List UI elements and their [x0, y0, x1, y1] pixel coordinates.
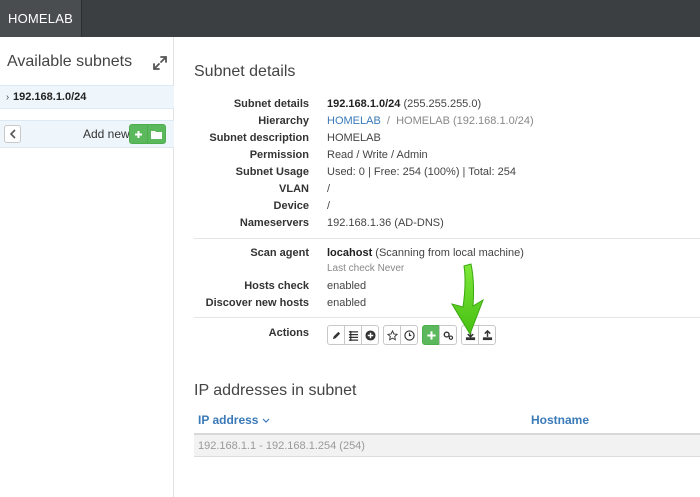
label-description: Subnet description: [209, 131, 309, 144]
hierarchy-link-homelab[interactable]: HOMELAB: [327, 115, 381, 127]
sidebar-subnet-label: 192.168.1.0/24: [13, 91, 87, 103]
plus-circle-icon: [364, 329, 376, 341]
changelog-button[interactable]: [400, 325, 418, 345]
label-device: Device: [273, 199, 309, 212]
subnet-address: 192.168.1.0/24: [327, 97, 401, 110]
column-hostname[interactable]: Hostname: [531, 413, 589, 427]
label-nameservers: Nameservers: [239, 216, 309, 229]
value-hosts-check: enabled: [327, 279, 367, 292]
ip-addresses-title: IP addresses in subnet: [194, 382, 357, 399]
scan-agent-detail: (Scanning from local machine): [375, 246, 524, 259]
section-tab-homelab[interactable]: HOMELAB: [0, 0, 82, 37]
label-usage: Subnet Usage: [235, 165, 309, 178]
add-button[interactable]: [422, 325, 440, 345]
star-icon: [386, 329, 398, 341]
plus-icon: [135, 130, 142, 138]
expand-icon[interactable]: [152, 55, 168, 71]
value-device: /: [327, 199, 331, 212]
sidebar-toolbar: Add new: [0, 120, 174, 148]
sidebar-header: Available subnets: [0, 49, 174, 79]
value-discover: enabled: [327, 296, 367, 309]
edit-button-group: [327, 325, 379, 345]
favourite-button[interactable]: [383, 325, 401, 345]
sidebar-subnet-item[interactable]: › 192.168.1.0/24: [0, 85, 174, 109]
plus-icon: [426, 330, 436, 340]
chevron-left-icon: [9, 129, 16, 139]
scan-last-check: Last check Never: [327, 263, 405, 274]
value-nameservers: 192.168.1.36 (AD-DNS): [327, 216, 444, 229]
main-content: Subnet details Subnet details 192.168.1.…: [175, 37, 700, 497]
ip-range-text: 192.168.1.1 - 192.168.1.254 (254): [198, 440, 365, 452]
sort-down-icon: [262, 418, 270, 423]
pencil-icon: [332, 331, 340, 339]
ip-range-row: 192.168.1.1 - 192.168.1.254 (254): [194, 435, 700, 457]
subnet-list-button[interactable]: [344, 325, 362, 345]
add-new-button-group: [129, 124, 166, 144]
favourite-button-group: [383, 325, 418, 345]
ip-table-header: IP address Hostname: [194, 407, 700, 435]
add-new-label: Add new: [83, 127, 130, 141]
add-ip-button[interactable]: [361, 325, 379, 345]
list-icon: [348, 330, 358, 341]
clock-icon: [403, 329, 415, 341]
arrow-down-icon: [450, 263, 484, 336]
label-vlan: VLAN: [279, 182, 309, 195]
label-scan-agent: Scan agent: [250, 246, 309, 259]
scan-agent-name: locahost: [327, 246, 373, 259]
value-hierarchy: HOMELAB / HOMELAB (192.168.1.0/24): [327, 115, 534, 127]
column-ip-address[interactable]: IP address: [198, 413, 270, 427]
subnet-sidebar: Available subnets › 192.168.1.0/24 Add n…: [0, 37, 174, 497]
divider: [194, 238, 700, 239]
value-description: HOMELAB: [327, 131, 381, 144]
label-permission: Permission: [249, 148, 309, 161]
collapse-sidebar-button[interactable]: [4, 125, 21, 143]
add-subnet-button[interactable]: [129, 124, 148, 144]
value-scan-agent: locahost (Scanning from local machine): [327, 247, 524, 259]
top-navbar: HOMELAB: [0, 0, 700, 37]
subnet-details-title: Subnet details: [194, 63, 296, 80]
value-permission: Read / Write / Admin: [327, 148, 428, 161]
value-vlan: /: [327, 182, 331, 195]
label-actions: Actions: [268, 327, 309, 339]
label-hierarchy: Hierarchy: [258, 114, 309, 127]
value-subnet-details: 192.168.1.0/24 (255.255.255.0): [327, 98, 481, 110]
add-folder-button[interactable]: [147, 124, 166, 144]
folder-icon: [151, 130, 162, 139]
edit-subnet-button[interactable]: [327, 325, 345, 345]
column-ip-address-label: IP address: [198, 413, 259, 427]
label-hosts-check: Hosts check: [244, 279, 309, 292]
label-subnet-details: Subnet details: [233, 97, 309, 110]
hierarchy-current: HOMELAB (192.168.1.0/24): [396, 114, 534, 127]
subnet-mask: (255.255.255.0): [403, 97, 482, 110]
chevron-right-icon: ›: [5, 91, 10, 103]
value-usage: Used: 0 | Free: 254 (100%) | Total: 254: [327, 165, 516, 178]
label-discover: Discover new hosts: [205, 296, 309, 309]
hierarchy-separator: /: [386, 114, 390, 127]
sidebar-title: Available subnets: [7, 53, 133, 70]
